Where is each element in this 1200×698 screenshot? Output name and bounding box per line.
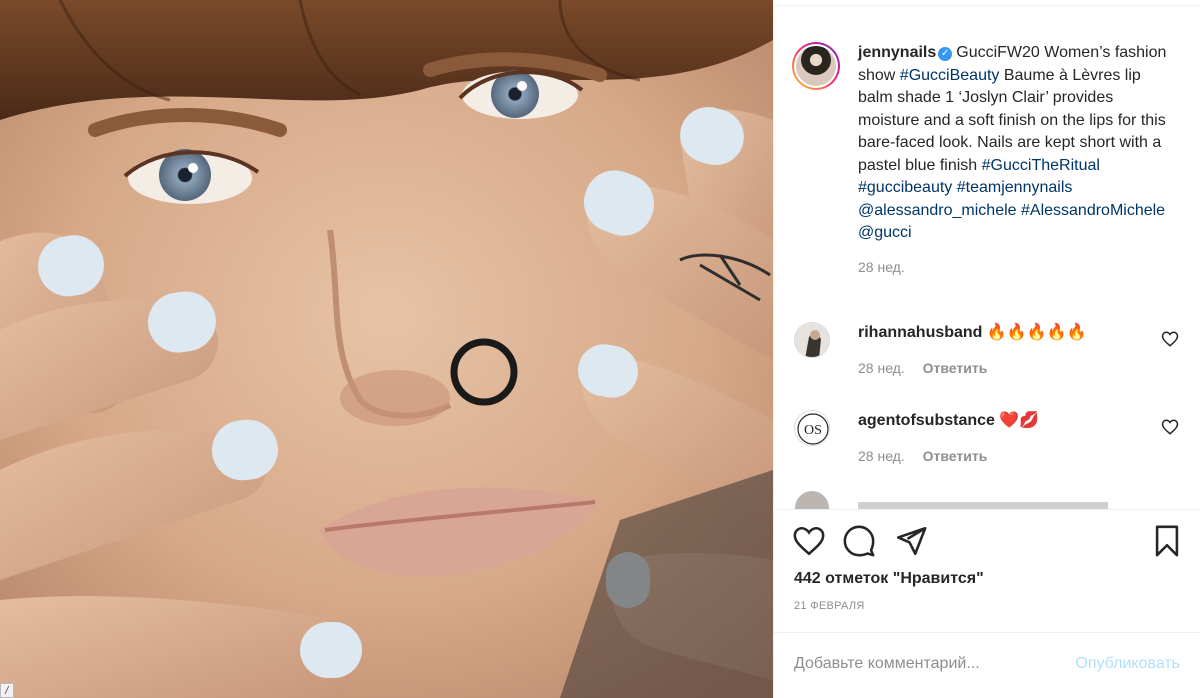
comment-avatar-letters: OS	[804, 423, 822, 438]
comment-item: OS agentofsubstance ❤️💋 28 нед. Ответить	[792, 410, 1187, 470]
like-count[interactable]: 442 отметок "Нравится"	[794, 570, 984, 588]
hashtag-link[interactable]: #GucciTheRitual	[982, 157, 1100, 174]
comment-avatar-image	[795, 323, 829, 357]
post-caption: jennynails ✓ GucciFW20 Women’s fashion sho…	[792, 42, 1192, 275]
comment-username[interactable]: rihannahusband	[858, 324, 982, 341]
mention-link[interactable]: @alessandro_michele	[858, 202, 1017, 219]
caption-text: jennynails ✓ GucciFW20 Women’s fashion sho…	[858, 42, 1178, 245]
add-comment-bar: Опубликовать	[774, 632, 1200, 698]
post-side-panel: jennynails ✓ GucciFW20 Women’s fashion sho…	[773, 0, 1200, 698]
comment-avatar[interactable]: OS	[794, 410, 830, 446]
comment-bubble-icon[interactable]	[842, 524, 876, 558]
hashtag-link[interactable]: #guccibeauty	[858, 179, 952, 196]
mention-link[interactable]: @gucci	[858, 224, 912, 241]
save-bookmark-icon[interactable]	[1150, 524, 1184, 558]
comment-time[interactable]: 28 нед.	[858, 360, 905, 376]
cutoff-comment-graphic	[795, 491, 1108, 510]
photo-illustration	[0, 0, 773, 698]
author-avatar[interactable]	[792, 42, 840, 90]
hashtag-link[interactable]: #GucciBeauty	[900, 67, 1000, 84]
comment-like-heart-icon[interactable]	[1161, 330, 1179, 348]
verified-badge-icon: ✓	[938, 47, 953, 61]
share-direct-icon[interactable]	[894, 524, 928, 558]
comment-text: 🔥🔥🔥🔥🔥	[986, 324, 1087, 341]
comment-time[interactable]: 28 нед.	[858, 448, 905, 464]
comment-item-cutoff	[792, 490, 1187, 510]
comment-reply-button[interactable]: Ответить	[923, 360, 988, 376]
comment-username[interactable]: agentofsubstance	[858, 412, 995, 429]
comment-avatar-image: OS	[795, 411, 829, 445]
photo-corner-label: /	[0, 683, 15, 698]
caption-body: GucciFW20 Women’s fashion show #GucciBea…	[858, 44, 1166, 241]
comment-like-heart-icon[interactable]	[1161, 418, 1179, 436]
post-actions: 442 отметок "Нравится" 21 ФЕВРАЛЯ	[774, 509, 1200, 647]
caption-time[interactable]: 28 нед.	[858, 259, 1178, 275]
author-username[interactable]: jennynails	[858, 44, 936, 61]
comment-item: rihannahusband 🔥🔥🔥🔥🔥 28 нед. Ответить	[792, 322, 1187, 382]
publish-button[interactable]: Опубликовать	[1075, 655, 1180, 673]
post-date[interactable]: 21 ФЕВРАЛЯ	[794, 600, 865, 612]
comment-input[interactable]	[794, 655, 1044, 673]
comment-text: ❤️💋	[999, 412, 1040, 429]
comment-reply-button[interactable]: Ответить	[923, 448, 988, 464]
author-avatar-image	[796, 46, 836, 86]
post-photo[interactable]: /	[0, 0, 773, 698]
panel-top-edge	[774, 0, 1200, 6]
hashtag-link[interactable]: #teamjennynails	[957, 179, 1073, 196]
hashtag-link[interactable]: #AlessandroMichele	[1021, 202, 1165, 219]
like-heart-icon[interactable]	[792, 524, 826, 558]
comment-avatar[interactable]	[794, 322, 830, 358]
